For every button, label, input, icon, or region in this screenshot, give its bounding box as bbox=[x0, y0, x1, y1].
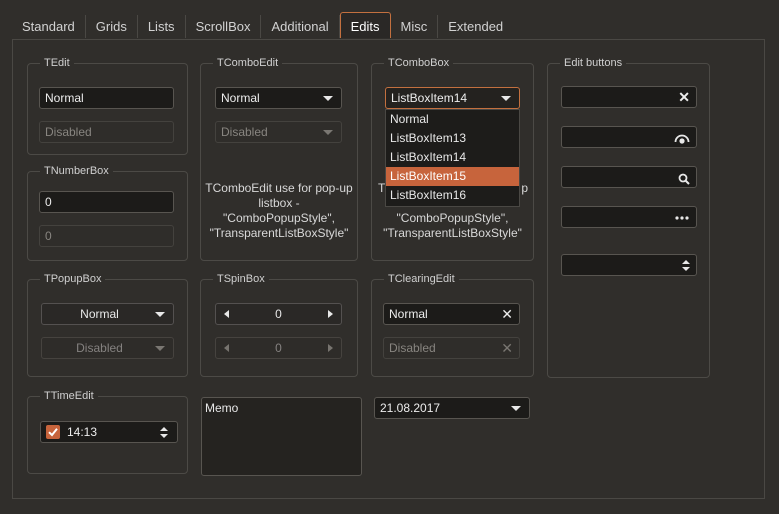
close-icon[interactable]: ✕ bbox=[678, 87, 690, 107]
tclearingedit-group: TClearingEdit bbox=[371, 272, 534, 377]
list-item-selected[interactable]: ListBoxItem15 bbox=[386, 167, 519, 186]
group-title: TEdit bbox=[40, 56, 74, 70]
spin-left-icon bbox=[224, 344, 229, 352]
comboedit-disabled-value: Disabled bbox=[221, 125, 268, 139]
popupbox-value: Normal bbox=[80, 307, 119, 321]
combobox-note-line: "ComboPopupStyle", bbox=[396, 211, 509, 225]
close-icon[interactable]: ✕ bbox=[501, 304, 513, 324]
chevron-down-icon bbox=[323, 130, 333, 135]
timeedit-input[interactable]: 14:13 bbox=[40, 421, 178, 443]
search-edit[interactable] bbox=[561, 166, 697, 188]
tab-extended[interactable]: Extended bbox=[438, 15, 513, 38]
tab-edits[interactable]: Edits bbox=[339, 12, 391, 38]
clearingedit-disabled: Disabled ✕ bbox=[383, 337, 520, 359]
list-item[interactable]: ListBoxItem14 bbox=[386, 148, 519, 167]
spin-down-icon[interactable] bbox=[160, 434, 168, 438]
memo-text: Memo bbox=[205, 401, 239, 415]
spinbox-value: 0 bbox=[275, 307, 282, 321]
comboedit-note: TComboEdit use for pop-up listbox - "Com… bbox=[205, 181, 353, 240]
ellipsis-icon[interactable] bbox=[674, 210, 690, 227]
popupbox-normal[interactable]: Normal bbox=[41, 303, 174, 325]
combobox-value: ListBoxItem14 bbox=[391, 91, 468, 105]
timeedit-value: 14:13 bbox=[67, 425, 98, 439]
spin-up-icon[interactable] bbox=[682, 260, 690, 264]
tpopupbox-group: TPopupBox bbox=[27, 272, 188, 377]
clearingedit-normal[interactable]: Normal ✕ bbox=[383, 303, 520, 325]
search-icon[interactable] bbox=[678, 171, 690, 187]
tab-bar: Standard Grids Lists ScrollBox Additiona… bbox=[12, 12, 513, 39]
group-title: TPopupBox bbox=[40, 272, 106, 286]
chevron-down-icon[interactable] bbox=[323, 96, 333, 101]
memo-textarea[interactable]: Memo bbox=[201, 397, 362, 476]
tab-standard[interactable]: Standard bbox=[12, 15, 86, 38]
spin-right-icon[interactable] bbox=[328, 310, 333, 318]
group-title: TTimeEdit bbox=[40, 389, 98, 403]
eye-icon[interactable] bbox=[674, 130, 690, 147]
popupbox-disabled: Disabled bbox=[41, 337, 174, 359]
chevron-down-icon bbox=[155, 346, 165, 351]
spin-right-icon bbox=[328, 344, 333, 352]
comboedit-value: Normal bbox=[221, 91, 260, 105]
clearingedit-value: Normal bbox=[389, 307, 428, 321]
numberbox-input[interactable]: 0 bbox=[39, 191, 174, 213]
spinbox-disabled: 0 bbox=[215, 337, 342, 359]
date-edit[interactable]: 21.08.2017 bbox=[374, 397, 530, 419]
tedit-disabled-input: Disabled bbox=[39, 121, 174, 143]
combobox-select[interactable]: ListBoxItem14 bbox=[385, 87, 520, 109]
combobox-note-line: "TransparentListBoxStyle" bbox=[383, 226, 522, 240]
tab-grids[interactable]: Grids bbox=[86, 15, 138, 38]
group-title: TNumberBox bbox=[40, 164, 113, 178]
spinbox-disabled-value: 0 bbox=[275, 341, 282, 355]
spinbox-normal[interactable]: 0 bbox=[215, 303, 342, 325]
list-item[interactable]: ListBoxItem16 bbox=[386, 186, 519, 205]
combobox-dropdown-list[interactable]: Normal ListBoxItem13 ListBoxItem14 ListB… bbox=[385, 109, 520, 207]
spin-down-icon[interactable] bbox=[682, 267, 690, 271]
group-title: TSpinBox bbox=[213, 272, 269, 286]
date-value: 21.08.2017 bbox=[380, 401, 441, 415]
group-title: TComboEdit bbox=[213, 56, 283, 70]
tspinbox-group: TSpinBox bbox=[200, 272, 358, 377]
tedit-normal-input[interactable]: Normal bbox=[39, 87, 174, 109]
clear-button-edit[interactable]: ✕ bbox=[561, 86, 697, 108]
group-title: Edit buttons bbox=[560, 56, 627, 70]
spin-buttons-edit[interactable] bbox=[561, 254, 697, 276]
comboedit-disabled: Disabled bbox=[215, 121, 342, 143]
tab-scrollbox[interactable]: ScrollBox bbox=[186, 15, 262, 38]
comboedit-normal[interactable]: Normal bbox=[215, 87, 342, 109]
clearingedit-disabled-value: Disabled bbox=[389, 341, 436, 355]
chevron-down-icon[interactable] bbox=[501, 96, 511, 101]
checkbox-checked[interactable] bbox=[46, 425, 60, 439]
chevron-down-icon[interactable] bbox=[511, 406, 521, 411]
group-title: TClearingEdit bbox=[384, 272, 459, 286]
spin-up-icon[interactable] bbox=[160, 427, 168, 431]
group-title: TComboBox bbox=[384, 56, 454, 70]
password-edit[interactable] bbox=[561, 126, 697, 148]
combobox-note-fragment-right: p bbox=[521, 181, 528, 195]
popupbox-disabled-value: Disabled bbox=[76, 341, 123, 355]
ellipsis-edit[interactable] bbox=[561, 206, 697, 228]
close-icon: ✕ bbox=[501, 340, 513, 356]
spin-left-icon[interactable] bbox=[224, 310, 229, 318]
list-item[interactable]: ListBoxItem13 bbox=[386, 129, 519, 148]
tab-additional[interactable]: Additional bbox=[261, 15, 340, 38]
tab-misc[interactable]: Misc bbox=[391, 15, 439, 38]
list-item[interactable]: Normal bbox=[386, 110, 519, 129]
tab-lists[interactable]: Lists bbox=[138, 15, 186, 38]
chevron-down-icon[interactable] bbox=[155, 312, 165, 317]
numberbox-disabled-input: 0 bbox=[39, 225, 174, 247]
checkmark-icon bbox=[48, 428, 58, 437]
tnumberbox-group: TNumberBox bbox=[27, 164, 188, 261]
